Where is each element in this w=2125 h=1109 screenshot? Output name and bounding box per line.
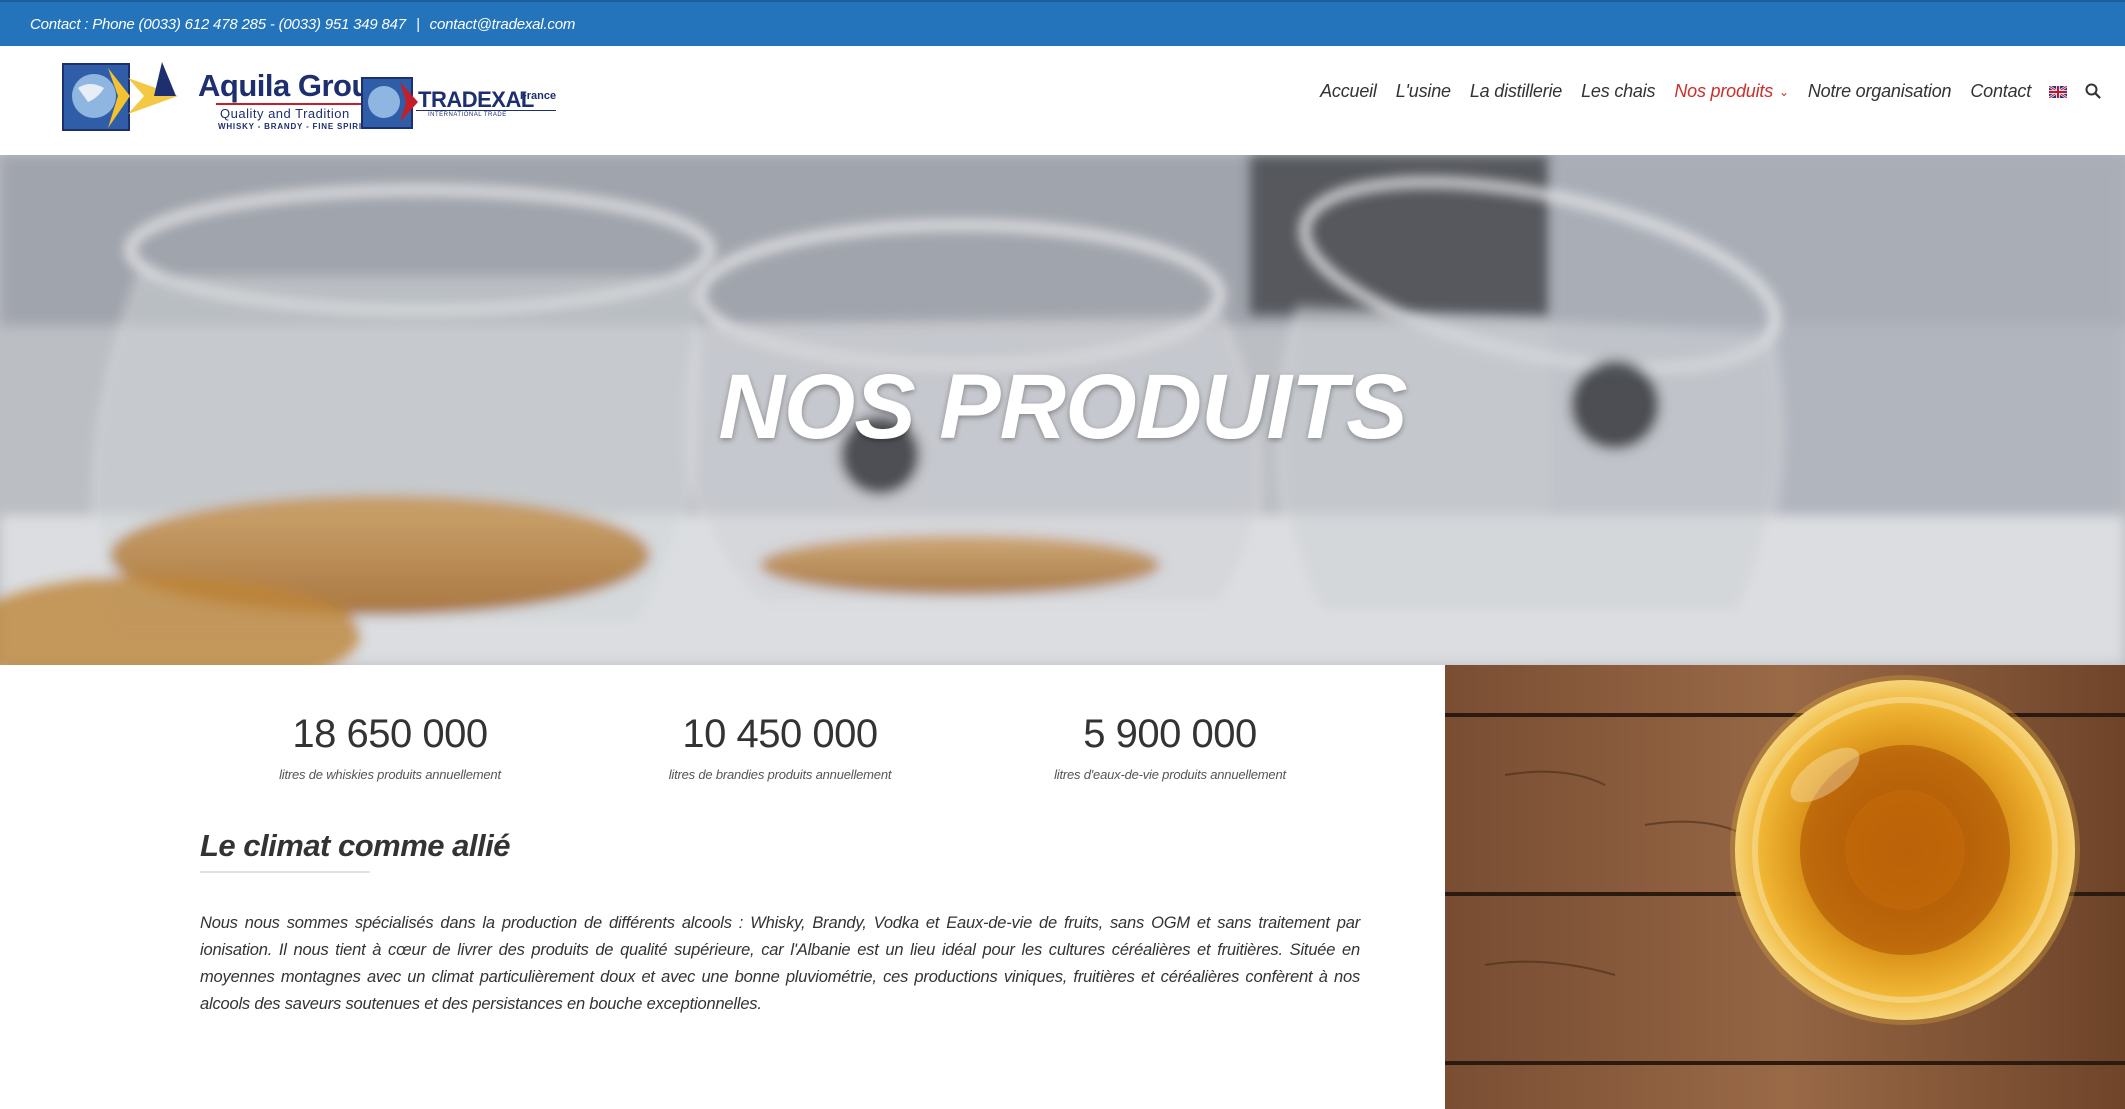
aquila-logo-tagline: Quality and Tradition <box>220 106 350 121</box>
contact-email-link[interactable]: contact@tradexal.com <box>430 16 576 33</box>
nav-item-distillerie[interactable]: La distillerie <box>1470 81 1562 102</box>
nav-item-accueil[interactable]: Accueil <box>1320 81 1377 102</box>
nav-item-nos-produits-label: Nos produits <box>1674 80 1773 101</box>
stat-eaux-de-vie-label: litres d'eaux-de-vie produits annuelleme… <box>1054 767 1286 782</box>
section-title-divider <box>200 871 370 873</box>
stat-brandies-label: litres de brandies produits annuellement <box>668 767 892 782</box>
nav-item-chais[interactable]: Les chais <box>1581 81 1655 102</box>
aquila-logo-divider <box>216 103 376 105</box>
chevron-down-icon: ⌄ <box>1779 84 1789 99</box>
aquila-logo-sub: WHISKY - BRANDY - FINE SPIRITS <box>218 122 374 131</box>
main-nav: Accueil L'usine La distillerie Les chais… <box>1301 76 2101 106</box>
stat-whiskies-label: litres de whiskies produits annuellement <box>279 767 501 782</box>
nav-item-contact[interactable]: Contact <box>1970 81 2031 102</box>
nav-item-usine[interactable]: L'usine <box>1396 81 1451 102</box>
stat-whiskies-value: 18 650 000 <box>292 712 488 756</box>
stat-eaux-de-vie-value: 5 900 000 <box>1083 712 1257 756</box>
stat-brandies-value: 10 450 000 <box>682 712 878 756</box>
tradexal-logo[interactable]: TRADEXAL France INTERNATIONAL TRADE <box>360 70 560 130</box>
uk-flag-icon[interactable] <box>2048 85 2068 99</box>
tradexal-logo-divider <box>416 110 556 111</box>
section-title: Le climat comme allié <box>200 828 510 863</box>
nav-item-nos-produits[interactable]: Nos produits ⌄ <box>1674 81 1789 102</box>
nav-item-organisation[interactable]: Notre organisation <box>1808 81 1952 102</box>
hero-title: NOS PRODUITS <box>718 356 1407 458</box>
hero-banner: NOS PRODUITS <box>0 155 2125 665</box>
site-header: Aquila Group Quality and Tradition WHISK… <box>0 46 2125 155</box>
stat-whiskies: 18 650 000 litres de whiskies produits a… <box>210 712 570 782</box>
tradexal-logo-sub: INTERNATIONAL TRADE <box>428 112 507 118</box>
tradexal-logo-country: France <box>520 90 557 102</box>
stat-brandies: 10 450 000 litres de brandies produits a… <box>600 712 960 782</box>
whisky-glass-image <box>1445 665 2125 1109</box>
contact-separator: | <box>415 15 420 33</box>
search-icon[interactable] <box>2085 83 2101 99</box>
stat-eaux-de-vie: 5 900 000 litres d'eaux-de-vie produits … <box>990 712 1350 782</box>
section-body-text: Nous nous sommes spécialisés dans la pro… <box>200 914 1360 1013</box>
contact-bar: Contact : Phone (0033) 612 478 285 - (00… <box>0 0 2125 46</box>
tradexal-emblem-icon <box>361 77 418 129</box>
contact-phone: Contact : Phone (0033) 612 478 285 - (00… <box>30 15 406 33</box>
aquila-emblem-icon <box>62 62 178 131</box>
aquila-group-logo[interactable]: Aquila Group Quality and Tradition WHISK… <box>58 58 389 136</box>
